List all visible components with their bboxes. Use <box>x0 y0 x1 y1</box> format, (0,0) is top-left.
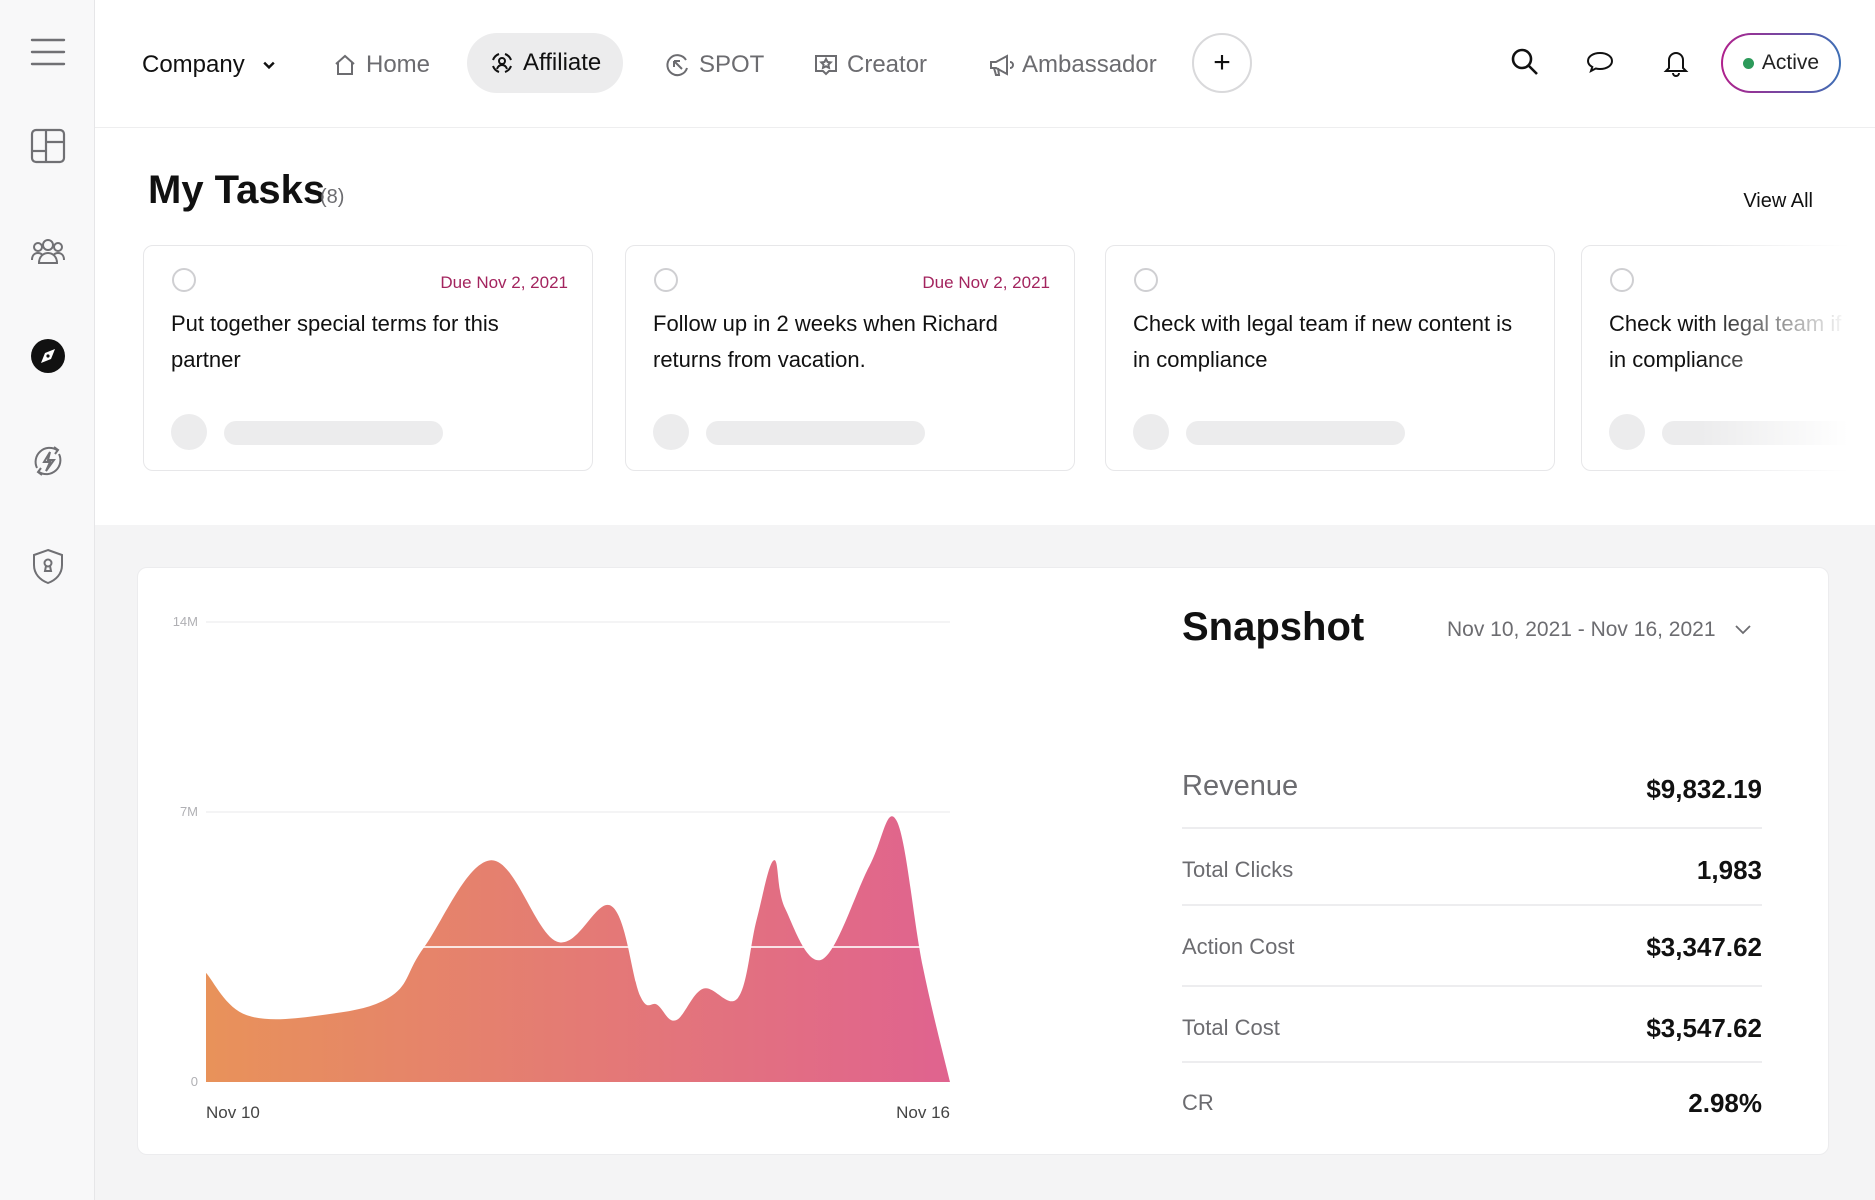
tab-spot-label: SPOT <box>699 51 765 78</box>
sidebar-item-dashboard[interactable] <box>28 126 68 166</box>
tab-affiliate-label: Affiliate <box>523 49 602 76</box>
sidebar-item-discover[interactable] <box>28 336 68 376</box>
tab-spot[interactable]: SPOT <box>665 40 764 90</box>
avatar-placeholder <box>653 414 689 450</box>
task-checkbox[interactable] <box>1610 268 1634 292</box>
snapshot-title: Snapshot <box>1182 605 1365 649</box>
divider <box>1182 827 1762 829</box>
tab-creator-label: Creator <box>847 51 928 78</box>
date-range-label: Nov 10, 2021 - Nov 16, 2021 <box>1447 618 1716 641</box>
lightning-refresh-icon <box>34 446 62 476</box>
task-due-date: Due Nov 2, 2021 <box>922 273 1050 292</box>
tab-home-label: Home <box>366 51 431 78</box>
compass-icon <box>31 339 65 373</box>
status-label: Active <box>1761 51 1820 74</box>
sidebar-item-partners[interactable] <box>28 231 68 271</box>
metric-label: CR <box>1182 1090 1214 1115</box>
task-card[interactable]: Check with legal team if new content is … <box>1581 245 1875 471</box>
metric-value: 1,983 <box>1696 855 1762 885</box>
bell-icon[interactable] <box>1660 46 1692 78</box>
metric-row-cr: CR 2.98% <box>1182 1088 1762 1124</box>
metric-row-revenue: Revenue $9,832.19 <box>1182 770 1762 810</box>
layout-grid-icon <box>30 128 66 164</box>
metric-row-action-cost: Action Cost $3,347.62 <box>1182 932 1762 968</box>
text-placeholder <box>224 421 443 445</box>
chat-icon[interactable] <box>1584 46 1616 78</box>
task-text: Put together special terms for this part… <box>171 311 499 372</box>
company-label: Company <box>142 51 245 78</box>
revenue-area-chart: 0 7M 14M Nov 10 Nov 16 <box>173 614 950 1122</box>
text-placeholder <box>706 421 925 445</box>
date-range-picker[interactable]: Nov 10, 2021 - Nov 16, 2021 <box>1447 618 1752 642</box>
divider <box>1182 985 1762 987</box>
metric-label: Total Cost <box>1182 1015 1280 1040</box>
cursor-icon <box>666 54 688 77</box>
metric-value: $3,347.62 <box>1646 932 1762 962</box>
metric-label: Revenue <box>1182 770 1299 802</box>
tab-home[interactable]: Home <box>332 40 430 90</box>
metric-row-total-cost: Total Cost $3,547.62 <box>1182 1013 1762 1049</box>
add-tab-button[interactable]: + <box>1192 33 1252 93</box>
divider <box>1182 1061 1762 1063</box>
hamburger-icon <box>30 38 66 66</box>
sidebar-item-security[interactable] <box>28 546 68 586</box>
chevron-down-icon <box>1734 625 1751 635</box>
task-card[interactable]: Due Nov 2, 2021 Put together special ter… <box>143 245 593 471</box>
metric-label: Action Cost <box>1182 934 1295 959</box>
task-checkbox[interactable] <box>1134 268 1158 292</box>
task-checkbox[interactable] <box>172 268 196 292</box>
chevron-down-icon <box>263 61 275 70</box>
status-dot-icon <box>1742 57 1754 69</box>
star-chat-icon <box>815 55 837 76</box>
menu-button[interactable] <box>28 32 68 72</box>
avatar-placeholder <box>1609 414 1645 450</box>
task-card[interactable]: Check with legal team if new content is … <box>1105 245 1555 471</box>
sidebar <box>0 0 95 1200</box>
y-tick-label: 7M <box>180 804 198 819</box>
task-text: Check with legal team if new content is … <box>1609 311 1875 372</box>
tasks-title: My Tasks <box>148 168 326 212</box>
megaphone-icon <box>990 54 1014 76</box>
company-dropdown[interactable]: Company <box>142 40 277 90</box>
search-icon[interactable] <box>1509 46 1541 78</box>
tasks-count: (8) <box>320 186 345 208</box>
metric-value: 2.98% <box>1688 1088 1762 1118</box>
y-tick-label: 14M <box>173 614 198 629</box>
metric-value: $9,832.19 <box>1646 774 1762 804</box>
x-tick-label: Nov 10 <box>206 1103 260 1122</box>
task-text: Check with legal team if new content is … <box>1133 311 1513 372</box>
text-placeholder <box>1186 421 1405 445</box>
text-placeholder <box>1662 421 1875 445</box>
task-text: Follow up in 2 weeks when Richard return… <box>653 311 998 372</box>
status-pill-inner: Active <box>1723 35 1839 91</box>
task-card[interactable]: Due Nov 2, 2021 Follow up in 2 weeks whe… <box>625 245 1075 471</box>
avatar-placeholder <box>171 414 207 450</box>
users-group-icon <box>31 239 65 264</box>
tab-creator[interactable]: Creator <box>813 40 927 90</box>
task-checkbox[interactable] <box>654 268 678 292</box>
y-tick-label: 0 <box>191 1074 198 1089</box>
divider <box>1182 904 1762 906</box>
status-toggle[interactable]: Active <box>1721 33 1841 93</box>
shield-lock-icon <box>33 548 63 585</box>
metric-label: Total Clicks <box>1182 857 1294 882</box>
x-tick-label: Nov 16 <box>896 1103 950 1122</box>
metric-row-total-clicks: Total Clicks 1,983 <box>1182 855 1762 891</box>
area-series <box>206 816 950 1082</box>
sidebar-item-automation[interactable] <box>28 441 68 481</box>
home-icon <box>335 54 355 75</box>
task-due-date: Due Nov 2, 2021 <box>440 273 568 292</box>
tab-ambassador[interactable]: Ambassador <box>988 40 1157 90</box>
plus-icon: + <box>1213 46 1231 79</box>
view-all-link[interactable]: View All <box>1700 190 1813 213</box>
avatar-placeholder <box>1133 414 1169 450</box>
tab-ambassador-label: Ambassador <box>1022 51 1157 78</box>
tab-affiliate[interactable]: Affiliate <box>467 33 624 93</box>
metric-value: $3,547.62 <box>1646 1013 1762 1043</box>
affiliate-icon <box>492 53 512 73</box>
